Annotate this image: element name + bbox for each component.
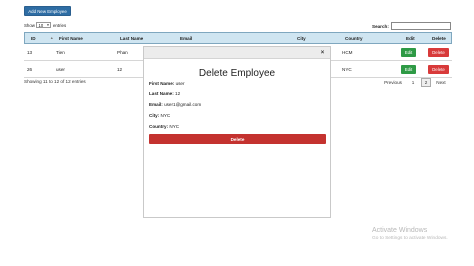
- field-first-name: First Name: user: [149, 81, 185, 86]
- field-value: NYC: [169, 124, 180, 129]
- edit-button[interactable]: Edit: [401, 65, 416, 74]
- field-value: user: [175, 81, 185, 86]
- activation-watermark: Activate Windows Go to Settings to activ…: [372, 227, 448, 241]
- watermark-title: Activate Windows: [372, 227, 428, 234]
- search-control: Search:: [372, 22, 451, 30]
- table-header: ID ▲ First Name Last Name Email City Cou…: [24, 32, 452, 44]
- column-header-last-name[interactable]: Last Name: [120, 33, 143, 44]
- field-last-name: Last Name: 12: [149, 91, 180, 96]
- field-label: City:: [149, 113, 160, 118]
- sort-asc-icon: ▲: [50, 36, 54, 40]
- pagination-previous[interactable]: Previous: [381, 78, 405, 87]
- table-info: Showing 11 to 12 of 12 entries: [24, 79, 86, 84]
- modal-header: ×: [144, 47, 330, 59]
- field-value: user1@gmail.com: [164, 102, 202, 107]
- add-employee-button[interactable]: Add New Employee: [24, 6, 71, 16]
- field-email: Email: user1@gmail.com: [149, 102, 201, 107]
- modal-title: Delete Employee: [198, 68, 276, 79]
- cell-id: 26: [27, 66, 33, 72]
- cell-last-name: Phan: [117, 49, 128, 55]
- entries-label: entries: [52, 22, 67, 28]
- column-header-first-name[interactable]: First Name: [59, 33, 83, 44]
- field-city: City: NYC: [149, 113, 170, 118]
- field-label: Email:: [149, 102, 163, 107]
- field-value: NYC: [160, 113, 171, 118]
- pagination-page-2[interactable]: 2: [421, 78, 431, 87]
- chevron-down-icon: ▼: [46, 23, 50, 27]
- edit-button[interactable]: Edit: [401, 48, 416, 57]
- field-label: Country:: [149, 124, 169, 129]
- column-header-id[interactable]: ID: [31, 33, 36, 44]
- close-icon[interactable]: ×: [319, 49, 326, 56]
- column-header-country[interactable]: Country: [345, 33, 363, 44]
- cell-first-name: user: [56, 66, 65, 72]
- column-header-email[interactable]: Email: [180, 33, 192, 44]
- cell-first-name: Tien: [56, 49, 65, 55]
- watermark-subtitle: Go to Settings to activate Windows.: [372, 236, 448, 241]
- field-label: First Name:: [149, 81, 175, 86]
- delete-button[interactable]: Delete: [428, 65, 449, 74]
- field-country: Country: NYC: [149, 124, 179, 129]
- column-header-delete[interactable]: Delete: [432, 33, 446, 44]
- delete-button[interactable]: Delete: [428, 48, 449, 57]
- page-length-control: Show 10 ▼ entries: [24, 22, 66, 28]
- cell-id: 13: [27, 49, 33, 55]
- column-header-city[interactable]: City: [297, 33, 306, 44]
- search-input[interactable]: [390, 22, 451, 30]
- page-length-value: 10: [38, 22, 44, 28]
- cell-country: NYC: [342, 66, 352, 72]
- cell-country: HCM: [342, 49, 353, 55]
- search-label: Search:: [372, 23, 389, 29]
- field-label: Last Name:: [149, 91, 174, 96]
- column-header-edit[interactable]: Edit: [406, 33, 415, 44]
- confirm-delete-button[interactable]: Delete: [149, 134, 326, 144]
- page-length-select[interactable]: 10 ▼: [36, 22, 52, 28]
- field-value: 12: [175, 91, 181, 96]
- pagination-page-1[interactable]: 1: [409, 78, 417, 87]
- cell-last-name: 12: [117, 66, 123, 72]
- pagination-next[interactable]: Next: [434, 78, 448, 87]
- delete-employee-modal: × Delete Employee First Name: user Last …: [143, 46, 331, 218]
- show-label: Show: [24, 22, 35, 28]
